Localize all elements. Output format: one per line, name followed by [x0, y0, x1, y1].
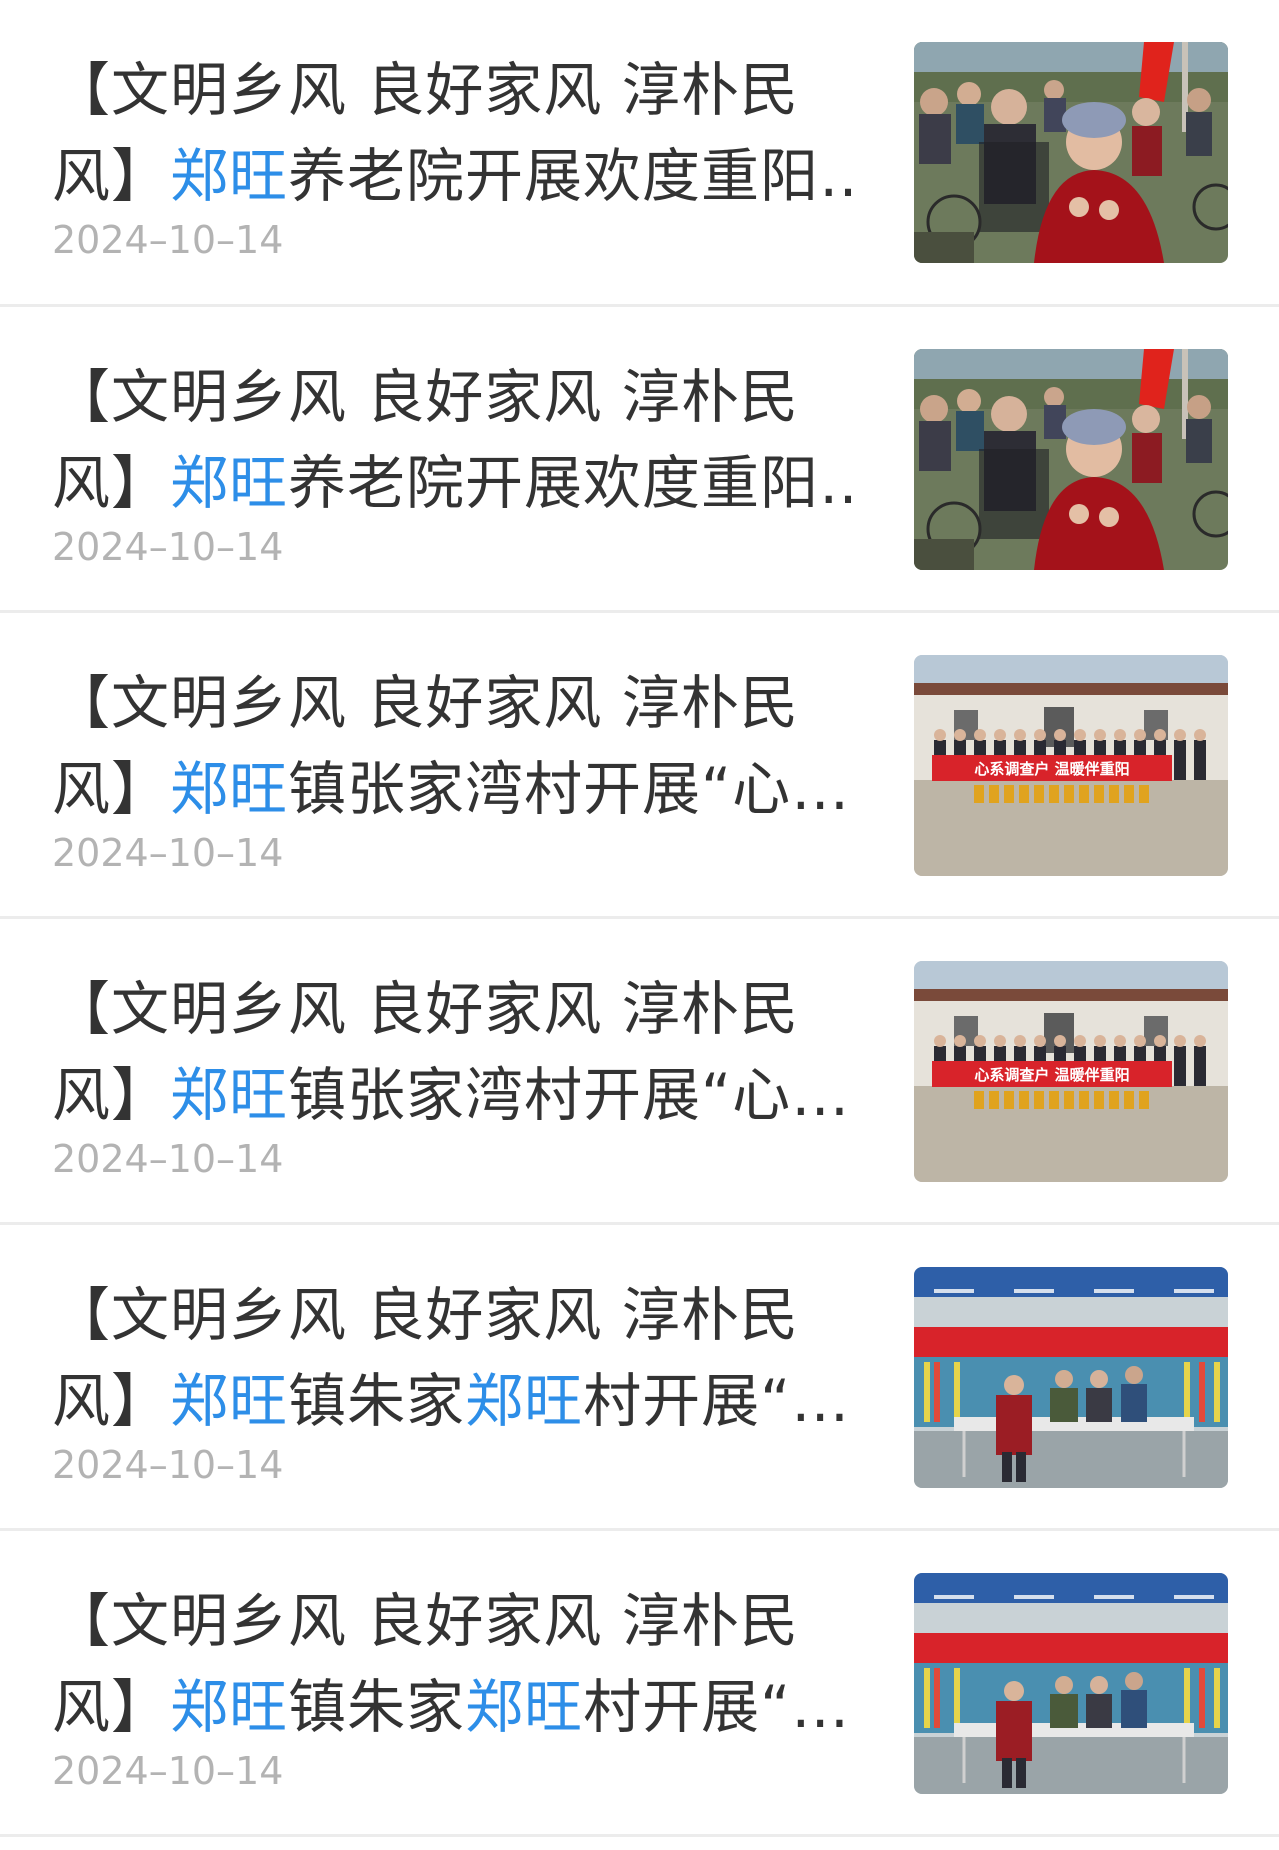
- news-thumbnail[interactable]: [914, 1267, 1228, 1488]
- news-title[interactable]: 【文明乡风 良好家风 淳朴民 风】郑旺养老院开展欢度重阳…: [52, 47, 852, 219]
- news-title-line2: 风】郑旺镇朱家郑旺村开展“…: [52, 1664, 852, 1750]
- news-thumbnail[interactable]: 心系调查户 温暖伴重阳: [914, 961, 1228, 1182]
- title-segment: 镇朱家: [288, 1367, 466, 1435]
- news-title-line2: 风】郑旺镇朱家郑旺村开展“…: [52, 1358, 852, 1444]
- news-title[interactable]: 【文明乡风 良好家风 淳朴民 风】郑旺镇朱家郑旺村开展“…: [52, 1578, 852, 1750]
- news-title-line1: 【文明乡风 良好家风 淳朴民: [52, 363, 799, 431]
- news-list-item[interactable]: 【文明乡风 良好家风 淳朴民 风】郑旺镇朱家郑旺村开展“… 2024–10–14: [0, 1225, 1279, 1531]
- title-keyword-highlight: 郑旺: [170, 1061, 289, 1129]
- news-date: 2024–10–14: [52, 218, 284, 262]
- news-title[interactable]: 【文明乡风 良好家风 淳朴民 风】郑旺镇朱家郑旺村开展“…: [52, 1272, 852, 1444]
- title-segment: 养老院开展欢度重阳…: [288, 142, 852, 210]
- title-keyword-highlight: 郑旺: [465, 1367, 584, 1435]
- village-group-photo: 心系调查户 温暖伴重阳: [914, 961, 1228, 1182]
- title-keyword-highlight: 郑旺: [170, 1673, 289, 1741]
- news-title-line1: 【文明乡风 良好家风 淳朴民: [52, 1281, 799, 1349]
- news-date: 2024–10–14: [52, 1749, 284, 1793]
- title-segment: 风】: [52, 1367, 171, 1435]
- title-segment: 镇张家湾村开展“心…: [288, 755, 851, 823]
- dumpling-event-photo: [914, 1267, 1228, 1488]
- news-thumbnail[interactable]: [914, 349, 1228, 570]
- village-group-photo: 心系调查户 温暖伴重阳: [914, 655, 1228, 876]
- news-title-line2: 风】郑旺镇张家湾村开展“心…: [52, 1052, 852, 1138]
- news-list-item[interactable]: 【文明乡风 良好家风 淳朴民 风】郑旺镇张家湾村开展“心… 2024–10–14: [0, 919, 1279, 1225]
- news-title-line2: 风】郑旺养老院开展欢度重阳…: [52, 133, 852, 219]
- title-keyword-highlight: 郑旺: [170, 755, 289, 823]
- title-segment: 风】: [52, 142, 171, 210]
- title-segment: 风】: [52, 755, 171, 823]
- title-segment: 风】: [52, 449, 171, 517]
- banner-text: 心系调查户 温暖伴重阳: [974, 760, 1129, 778]
- news-title-line1: 【文明乡风 良好家风 淳朴民: [52, 975, 799, 1043]
- news-date: 2024–10–14: [52, 831, 284, 875]
- title-keyword-highlight: 郑旺: [170, 449, 289, 517]
- news-date: 2024–10–14: [52, 1443, 284, 1487]
- title-segment: 村开展“…: [583, 1673, 851, 1741]
- elderly-care-photo: [914, 42, 1228, 263]
- dumpling-event-photo: [914, 1573, 1228, 1794]
- news-thumbnail[interactable]: 心系调查户 温暖伴重阳: [914, 655, 1228, 876]
- news-list-item[interactable]: 【文明乡风 良好家风 淳朴民 风】郑旺镇张家湾村开展“心… 2024–10–14: [0, 613, 1279, 919]
- news-title-line1: 【文明乡风 良好家风 淳朴民: [52, 56, 799, 124]
- news-list-item[interactable]: 【文明乡风 良好家风 淳朴民 风】郑旺镇朱家郑旺村开展“… 2024–10–14: [0, 1531, 1279, 1837]
- title-segment: 村开展“…: [583, 1367, 851, 1435]
- elderly-care-photo: [914, 349, 1228, 570]
- news-list: 【文明乡风 良好家风 淳朴民 风】郑旺养老院开展欢度重阳… 2024–10–14: [0, 0, 1279, 1850]
- news-title[interactable]: 【文明乡风 良好家风 淳朴民 风】郑旺养老院开展欢度重阳…: [52, 354, 852, 526]
- title-keyword-highlight: 郑旺: [170, 142, 289, 210]
- news-title-line1: 【文明乡风 良好家风 淳朴民: [52, 1587, 799, 1655]
- news-title[interactable]: 【文明乡风 良好家风 淳朴民 风】郑旺镇张家湾村开展“心…: [52, 660, 852, 832]
- news-title-line2: 风】郑旺养老院开展欢度重阳…: [52, 440, 852, 526]
- news-title[interactable]: 【文明乡风 良好家风 淳朴民 风】郑旺镇张家湾村开展“心…: [52, 966, 852, 1138]
- news-date: 2024–10–14: [52, 525, 284, 569]
- news-thumbnail[interactable]: [914, 42, 1228, 263]
- title-segment: 风】: [52, 1061, 171, 1129]
- news-thumbnail[interactable]: [914, 1573, 1228, 1794]
- news-date: 2024–10–14: [52, 1137, 284, 1181]
- news-title-line1: 【文明乡风 良好家风 淳朴民: [52, 669, 799, 737]
- banner-text: 心系调查户 温暖伴重阳: [974, 1066, 1129, 1084]
- title-segment: 镇张家湾村开展“心…: [288, 1061, 851, 1129]
- title-segment: 风】: [52, 1673, 171, 1741]
- title-keyword-highlight: 郑旺: [465, 1673, 584, 1741]
- news-list-item[interactable]: 【文明乡风 良好家风 淳朴民 风】郑旺养老院开展欢度重阳… 2024–10–14: [0, 0, 1279, 307]
- title-segment: 养老院开展欢度重阳…: [288, 449, 852, 517]
- news-title-line2: 风】郑旺镇张家湾村开展“心…: [52, 746, 852, 832]
- title-segment: 镇朱家: [288, 1673, 466, 1741]
- title-keyword-highlight: 郑旺: [170, 1367, 289, 1435]
- news-list-item[interactable]: 【文明乡风 良好家风 淳朴民 风】郑旺养老院开展欢度重阳… 2024–10–14: [0, 307, 1279, 613]
